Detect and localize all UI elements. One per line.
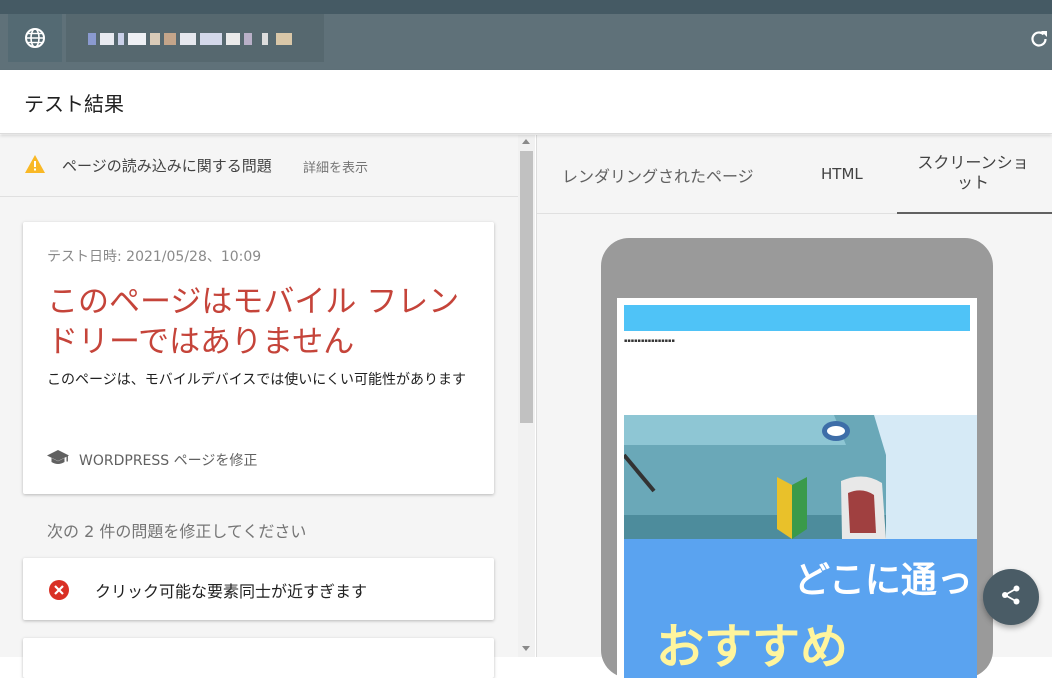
verdict-heading: このページはモバイル フレンドリーではありません: [47, 284, 460, 360]
url-bar: [0, 14, 1052, 70]
scrollbar-thumb[interactable]: [520, 151, 533, 423]
fix-wordpress-link[interactable]: WORDPRESS ページを修正: [47, 448, 257, 472]
share-button[interactable]: [983, 569, 1039, 625]
issues-heading: 次の 2 件の問題を修正してください: [47, 522, 307, 541]
graduation-cap-icon: [47, 449, 69, 471]
site-tiny-text: ▪▪▪▪▪▪▪▪▪▪▪▪▪▪▪: [624, 338, 675, 344]
preview-tabs: レンダリングされたページ HTML スクリーンショット: [537, 135, 1052, 214]
test-date: テスト日時: 2021/05/28、10:09: [47, 249, 262, 265]
issue-card[interactable]: [23, 638, 494, 678]
results-pane: ページの読み込みに関する問題 詳細を表示 テスト日時: 2021/05/28、1…: [0, 135, 535, 678]
site-hero-photo: [624, 415, 977, 539]
scrollbar[interactable]: [518, 135, 535, 657]
fix-wordpress-label: WORDPRESS ページを修正: [79, 453, 258, 469]
tab-html[interactable]: HTML: [821, 165, 863, 183]
page-load-warning[interactable]: ページの読み込みに関する問題 詳細を表示: [0, 135, 518, 197]
warning-icon: [24, 154, 46, 178]
top-strip: [0, 0, 1052, 14]
screenshot-preview: ▪▪▪▪▪▪▪▪▪▪▪▪▪▪▪ どこに通っ おすすめ: [617, 298, 977, 678]
globe-icon[interactable]: [8, 14, 62, 62]
tab-screenshot[interactable]: スクリーンショット: [913, 153, 1033, 193]
tab-rendered-page[interactable]: レンダリングされたページ: [562, 163, 754, 187]
banner-line-1: どこに通っ: [794, 560, 973, 601]
verdict-description: このページは、モバイルデバイスでは使いにくい可能性があります: [47, 372, 467, 388]
error-icon: [48, 579, 70, 605]
reload-icon[interactable]: [1028, 28, 1050, 50]
site-banner: どこに通っ おすすめ: [624, 539, 977, 678]
url-field[interactable]: [66, 14, 324, 62]
active-tab-indicator: [897, 212, 1052, 214]
site-header-bar: [624, 305, 970, 331]
url-redaction: [118, 33, 124, 45]
preview-pane: レンダリングされたページ HTML スクリーンショット ▪▪▪▪▪▪▪▪▪▪▪▪…: [536, 135, 1052, 678]
warning-text: ページの読み込みに関する問題: [62, 157, 272, 175]
url-redaction: [180, 33, 196, 45]
app-header: テスト結果: [0, 70, 1052, 134]
banner-line-2: おすすめ: [656, 619, 849, 675]
url-redaction: [200, 33, 222, 45]
url-redaction: [276, 33, 292, 45]
url-redaction: [88, 33, 96, 45]
url-redaction: [150, 33, 160, 45]
page-title: テスト結果: [24, 92, 124, 116]
url-redaction: [244, 33, 252, 45]
url-redaction: [100, 33, 114, 45]
scroll-down-arrow-icon[interactable]: [522, 646, 530, 651]
url-redaction: [128, 33, 146, 45]
phone-frame: ▪▪▪▪▪▪▪▪▪▪▪▪▪▪▪ どこに通っ おすすめ: [601, 238, 993, 678]
result-card: テスト日時: 2021/05/28、10:09 このページはモバイル フレンドリ…: [23, 222, 494, 494]
issue-label: クリック可能な要素同士が近すぎます: [95, 582, 368, 601]
url-redaction: [164, 33, 176, 45]
url-redaction: [226, 33, 240, 45]
url-redaction: [262, 33, 268, 45]
scroll-up-arrow-icon[interactable]: [522, 139, 530, 144]
view-details-link[interactable]: 詳細を表示: [303, 157, 368, 176]
share-icon: [1000, 584, 1022, 610]
issue-card[interactable]: クリック可能な要素同士が近すぎます: [23, 558, 494, 620]
